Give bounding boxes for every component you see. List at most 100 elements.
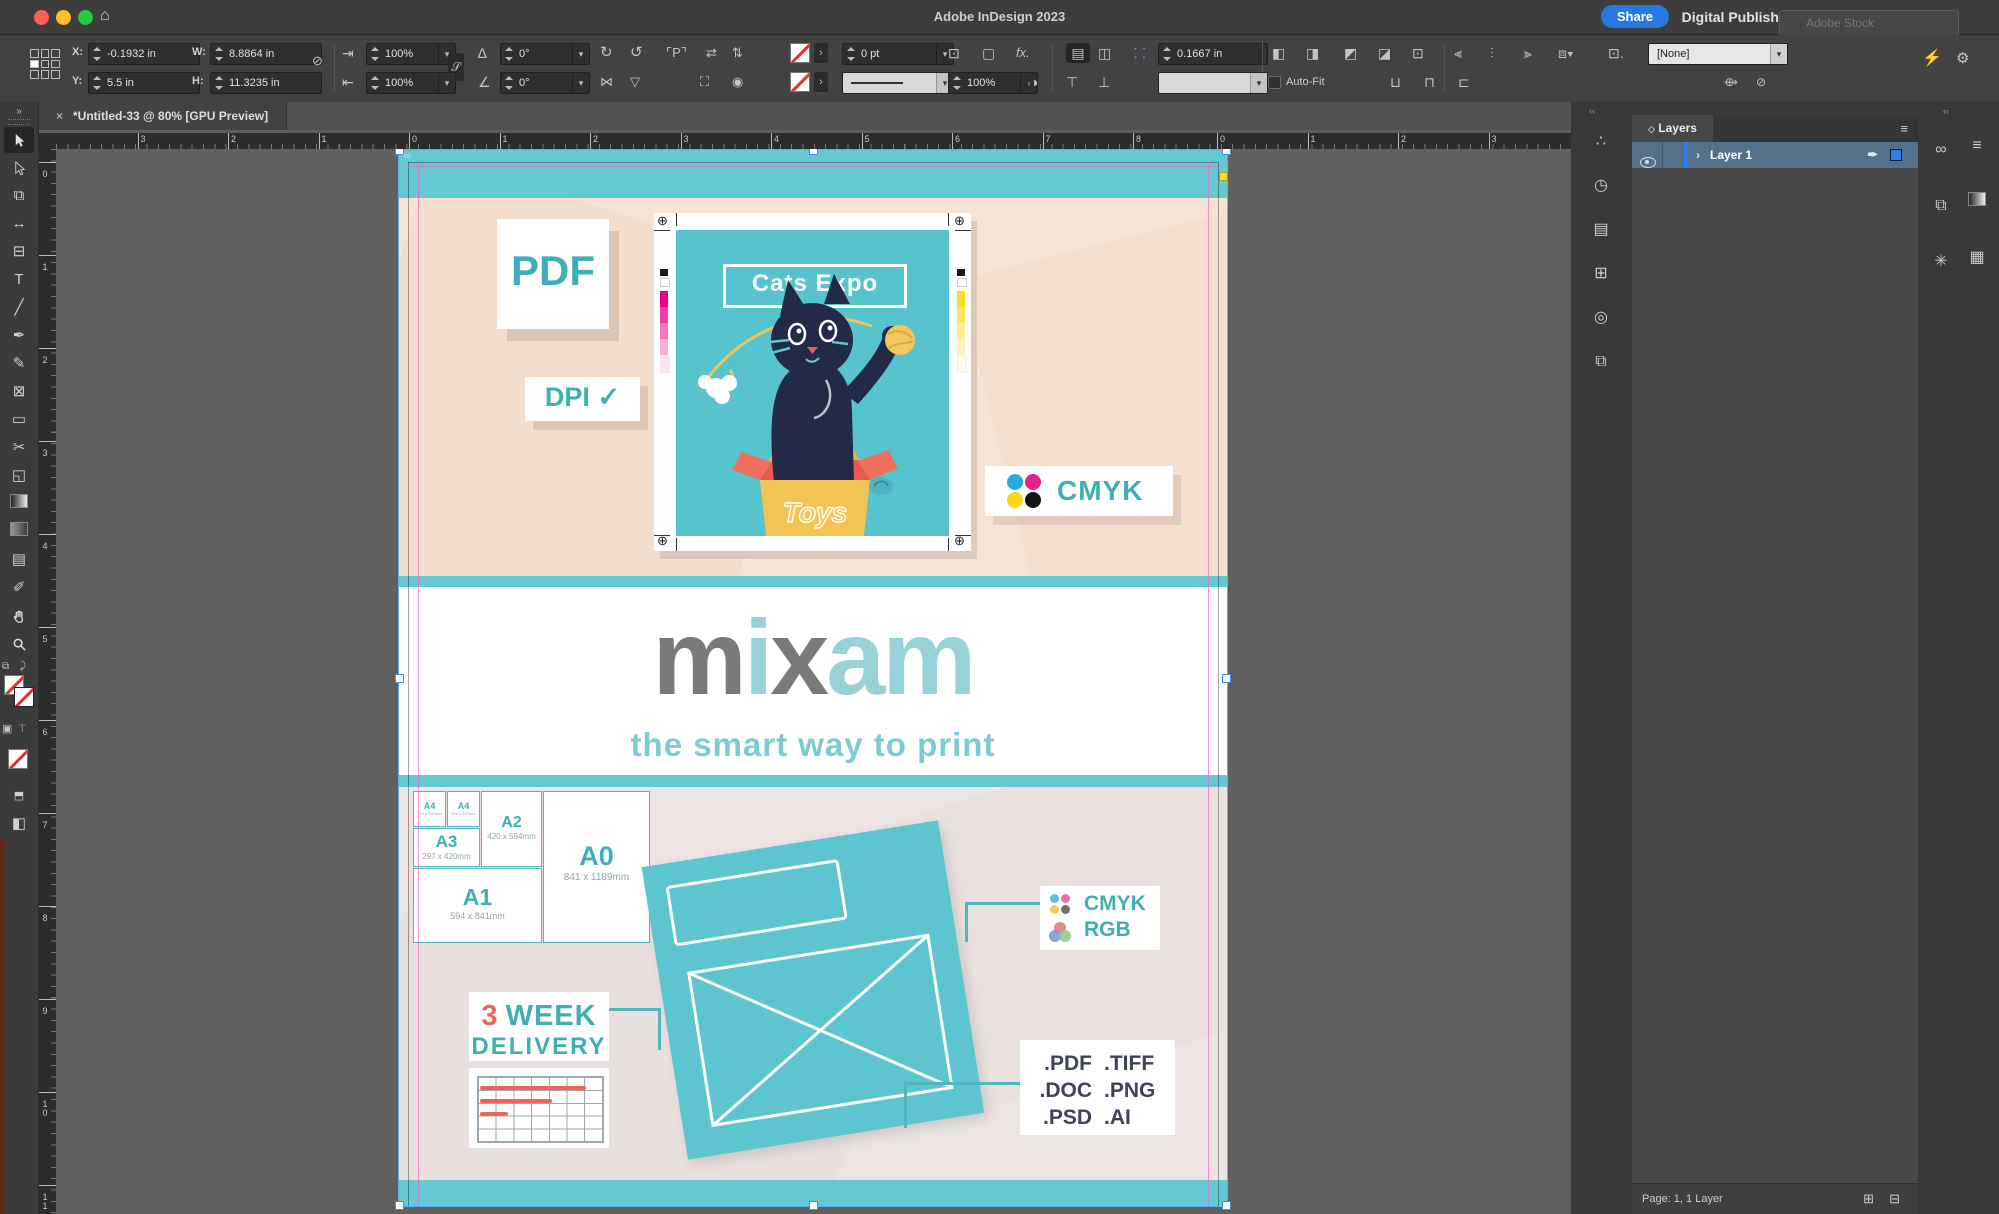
- wrap-offset-field[interactable]: 0.1667 in: [1158, 43, 1268, 65]
- swap-swatches-icon[interactable]: ⤸: [20, 657, 26, 677]
- page-tool[interactable]: ⧉: [4, 183, 34, 209]
- flip-item-icon[interactable]: ▽: [630, 72, 640, 92]
- stroke-color-swatch[interactable]: [14, 687, 34, 707]
- swatch-flyout-icon[interactable]: ›: [814, 43, 828, 63]
- stock-search[interactable]: [1799, 5, 1979, 31]
- selection-handle[interactable]: [809, 1201, 818, 1210]
- interactive-panel-icon[interactable]: ✳: [1927, 248, 1955, 276]
- margin-guide[interactable]: [1208, 162, 1209, 1206]
- links-panel-icon[interactable]: ◎: [1587, 304, 1615, 332]
- gradient-feather-tool[interactable]: [4, 519, 34, 545]
- spreads-panel-icon[interactable]: ⧉: [1927, 192, 1955, 220]
- margin-guide[interactable]: [408, 166, 1218, 167]
- align-top-icon[interactable]: ⊤: [1066, 72, 1078, 92]
- align-bottom-icon[interactable]: ⊥: [1098, 72, 1110, 92]
- content-collector-tool[interactable]: ⊟: [4, 239, 34, 265]
- ruler-origin-corner[interactable]: [38, 133, 57, 150]
- distribute-left-icon[interactable]: ⊔: [1390, 72, 1401, 92]
- selected-image-frame[interactable]: PDF DPI ✓ ⊕ ⊕ ⊕ ⊕: [399, 150, 1227, 1206]
- flip-horizontal-icon[interactable]: ⇄: [706, 43, 717, 63]
- collapse-dock-icon[interactable]: ‹‹: [1589, 106, 1595, 116]
- text-wrap-icon[interactable]: ◫: [1098, 43, 1111, 63]
- stroke-weight-field[interactable]: 0 pt▾: [842, 43, 954, 65]
- effects-icon[interactable]: fx.: [1016, 43, 1030, 63]
- paragraph-styles-panel-icon[interactable]: ▤: [1587, 216, 1615, 244]
- layer-name[interactable]: Layer 1: [1710, 142, 1752, 168]
- flip-vertical-icon[interactable]: ⇅: [732, 43, 743, 63]
- view-options-icon[interactable]: ⬒: [4, 783, 34, 809]
- corner-options-icon[interactable]: ⊡: [948, 43, 960, 63]
- frame-fitting-options-icon[interactable]: ⊡: [1412, 43, 1424, 63]
- autofit-checkbox[interactable]: [1268, 76, 1281, 89]
- formatting-affects-container-icon[interactable]: ▣: [2, 719, 12, 739]
- flip-text-icon[interactable]: ⌜P⌝: [666, 43, 687, 63]
- stroke-flyout-icon[interactable]: ›: [814, 72, 828, 92]
- note-tool[interactable]: ▤: [4, 547, 34, 573]
- margin-guide[interactable]: [418, 162, 419, 1206]
- distribute-right-icon[interactable]: ⊏: [1458, 72, 1470, 92]
- horizontal-ruler[interactable]: 3210123456780123: [56, 133, 1571, 149]
- selection-tool[interactable]: [4, 127, 34, 153]
- panel-grip[interactable]: [8, 119, 30, 125]
- blend-effects-icon[interactable]: ◑: [1030, 72, 1038, 92]
- expand-panel-icon[interactable]: »: [0, 102, 38, 117]
- frame-grid-icon[interactable]: ⧈▾: [1558, 43, 1574, 63]
- hand-tool[interactable]: [4, 603, 34, 629]
- stroke-type-dropdown[interactable]: ▾: [842, 72, 954, 94]
- collapse-dock-icon[interactable]: ‹‹: [1943, 106, 1949, 116]
- history-panel-icon[interactable]: ◷: [1587, 172, 1615, 200]
- corner-adjust-handle[interactable]: [1219, 172, 1228, 181]
- object-style-dropdown[interactable]: [None]▾: [1648, 43, 1788, 65]
- scissors-tool[interactable]: ✂: [4, 435, 34, 461]
- style-override-icon[interactable]: ⟴: [1724, 72, 1738, 92]
- type-tool[interactable]: T: [4, 267, 34, 293]
- panel-collapse-icon[interactable]: ◇: [1648, 124, 1655, 134]
- fit-content-icon[interactable]: ◨: [1306, 43, 1319, 63]
- align-left-icon[interactable]: ⫷: [1454, 43, 1462, 63]
- layer-visibility-icon[interactable]: [1640, 149, 1656, 175]
- default-swatches-icon[interactable]: ⧉: [2, 657, 9, 677]
- constrain-proportions-icon[interactable]: ⊘: [312, 51, 323, 71]
- clear-overrides-icon[interactable]: ⊘: [1756, 72, 1766, 92]
- fit-frame-to-content-icon[interactable]: ◩: [1344, 43, 1357, 63]
- link-panel-icon[interactable]: ∞: [1927, 136, 1955, 164]
- stock-search-input[interactable]: [1779, 10, 1959, 36]
- flip-both-icon[interactable]: ⋈: [600, 72, 613, 92]
- line-tool[interactable]: ╱: [4, 295, 34, 321]
- vertical-ruler[interactable]: 01234567891 01 1: [38, 149, 56, 1214]
- pencil-tool[interactable]: ✎: [4, 351, 34, 377]
- close-tab-icon[interactable]: ×: [56, 109, 63, 123]
- pasteboard[interactable]: PDF DPI ✓ ⊕ ⊕ ⊕ ⊕: [56, 149, 1571, 1214]
- selection-handle[interactable]: [395, 674, 404, 683]
- scale-x-field[interactable]: 100%▾: [366, 43, 456, 65]
- stroke-swatch-none[interactable]: [790, 72, 810, 92]
- gap-tool[interactable]: ↔: [4, 211, 34, 237]
- shear-field[interactable]: 0°▾: [500, 43, 590, 65]
- align-center-icon[interactable]: ⫶: [1490, 43, 1494, 63]
- layers-shortcut-icon[interactable]: ⧉: [1587, 348, 1615, 376]
- reference-point-proxy[interactable]: [30, 49, 60, 79]
- selection-handle[interactable]: [395, 1201, 404, 1210]
- rounded-corner-icon[interactable]: ▢: [982, 43, 995, 63]
- rotation-field[interactable]: 0°▾: [500, 72, 590, 94]
- center-content-icon[interactable]: ◪: [1378, 43, 1391, 63]
- document-tab[interactable]: ×*Untitled-33 @ 80% [GPU Preview]: [38, 102, 287, 130]
- delete-layer-icon[interactable]: ⊟: [1889, 1184, 1900, 1214]
- opacity-field[interactable]: 100%›: [948, 72, 1038, 94]
- screen-mode-icon[interactable]: ◧: [4, 811, 34, 837]
- share-button[interactable]: Share: [1601, 5, 1669, 28]
- eyedropper-tool[interactable]: ✐: [4, 575, 34, 601]
- selection-handle[interactable]: [1222, 674, 1231, 683]
- layer-expander-icon[interactable]: ›: [1696, 142, 1700, 168]
- swatches-panel-icon[interactable]: ≡: [1963, 132, 1991, 160]
- gradient-swatch-tool[interactable]: [4, 491, 34, 517]
- stroke-style-preview[interactable]: ▾: [1158, 72, 1268, 94]
- stepper-icon[interactable]: [92, 47, 102, 61]
- layers-panel-tab[interactable]: ◇ Layers: [1632, 115, 1713, 142]
- direct-selection-tool[interactable]: [4, 155, 34, 181]
- align-right-icon[interactable]: ⫸: [1524, 43, 1532, 63]
- layer-selection-proxy[interactable]: [1890, 149, 1902, 161]
- selection-handle[interactable]: [809, 149, 818, 155]
- select-container-icon[interactable]: ⛶: [700, 72, 709, 92]
- free-transform-tool[interactable]: ◱: [4, 463, 34, 489]
